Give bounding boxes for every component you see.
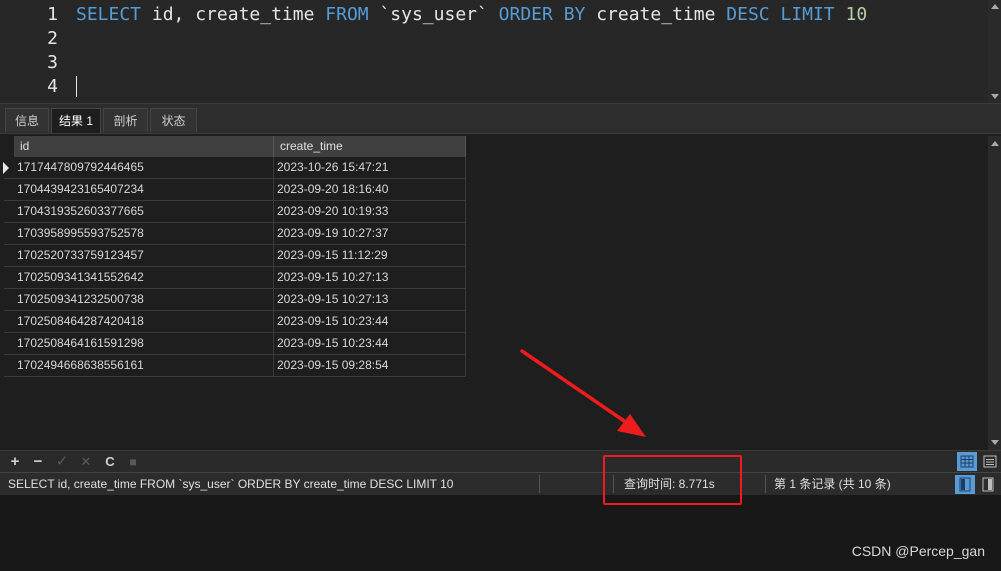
line-number: 3 <box>47 52 58 73</box>
cell-create-time[interactable]: 2023-09-19 10:27:37 <box>274 223 466 244</box>
highlight-box <box>603 455 742 505</box>
current-row-indicator-icon <box>3 162 9 174</box>
table-row[interactable]: 1717447809792446465 2023-10-26 15:47:21 <box>3 157 466 179</box>
line-gutter: 1 2 3 4 <box>0 0 68 103</box>
sql-token: FROM <box>325 4 369 25</box>
cell-id[interactable]: 1704319352603377665 <box>14 201 274 222</box>
sql-editor[interactable]: 1 2 3 4 SELECT id, create_time FROM `sys… <box>0 0 988 103</box>
grid-toolbar: + − ✓ ✕ C ■ <box>0 450 1001 473</box>
table-row[interactable]: 1702509341232500738 2023-09-15 10:27:13 <box>4 289 466 311</box>
cell-create-time[interactable]: 2023-09-15 10:23:44 <box>274 311 466 332</box>
table-row[interactable]: 1702494668638556161 2023-09-15 09:28:54 <box>4 355 466 377</box>
delete-record-icon[interactable]: − <box>29 453 47 471</box>
cell-id[interactable]: 1703958995593752578 <box>14 223 274 244</box>
status-separator <box>765 475 766 493</box>
cell-create-time[interactable]: 2023-09-15 09:28:54 <box>274 355 466 376</box>
empty-area <box>0 495 1001 571</box>
grid-scrollbar[interactable] <box>988 136 1001 450</box>
cell-create-time[interactable]: 2023-09-20 10:19:33 <box>274 201 466 222</box>
text-caret <box>76 76 77 97</box>
cell-create-time[interactable]: 2023-09-20 18:16:40 <box>274 179 466 200</box>
watermark: CSDN @Percep_gan <box>851 543 985 559</box>
tab-info[interactable]: 信息 <box>5 108 49 132</box>
line-number: 4 <box>47 76 58 97</box>
sql-token: ORDER BY <box>498 4 586 25</box>
cell-id[interactable]: 1702494668638556161 <box>14 355 274 376</box>
sql-code-line[interactable]: SELECT id, create_time FROM `sys_user` O… <box>76 4 867 25</box>
cell-id[interactable]: 1702509341341552642 <box>14 267 274 288</box>
line-number: 2 <box>47 28 58 49</box>
table-row[interactable]: 1704319352603377665 2023-09-20 10:19:33 <box>4 201 466 223</box>
tab-status[interactable]: 状态 <box>150 108 197 132</box>
cell-id[interactable]: 1702508464161591298 <box>14 333 274 354</box>
cell-create-time[interactable]: 2023-09-15 10:27:13 <box>274 267 466 288</box>
scroll-down-icon[interactable] <box>991 440 999 445</box>
cell-id[interactable]: 1702509341232500738 <box>14 289 274 310</box>
column-header-id[interactable]: id <box>14 136 274 157</box>
tab-profile[interactable]: 剖析 <box>103 108 148 132</box>
table-row[interactable]: 1704439423165407234 2023-09-20 18:16:40 <box>4 179 466 201</box>
cell-id[interactable]: 1704439423165407234 <box>14 179 274 200</box>
table-row[interactable]: 1703958995593752578 2023-09-19 10:27:37 <box>4 223 466 245</box>
editor-scrollbar[interactable] <box>988 0 1001 103</box>
table-row[interactable]: 1702508464287420418 2023-09-15 10:23:44 <box>4 311 466 333</box>
grid-view-icon[interactable] <box>957 452 977 471</box>
stop-icon[interactable]: ■ <box>124 453 142 471</box>
sql-token: DESC LIMIT <box>726 4 835 25</box>
form-view-icon[interactable] <box>980 452 1000 471</box>
split-view-icon[interactable] <box>955 475 975 494</box>
scroll-up-icon[interactable] <box>991 4 999 9</box>
sql-token: `sys_user` <box>368 4 499 25</box>
cell-create-time[interactable]: 2023-09-15 10:27:13 <box>274 289 466 310</box>
column-header-create-time[interactable]: create_time <box>274 136 466 157</box>
result-tabs: 信息 结果 1 剖析 状态 <box>0 103 1001 134</box>
cell-create-time[interactable]: 2023-10-26 15:47:21 <box>274 157 466 178</box>
table-row[interactable]: 1702509341341552642 2023-09-15 10:27:13 <box>4 267 466 289</box>
line-number: 1 <box>47 4 58 25</box>
status-sql-text: SELECT id, create_time FROM `sys_user` O… <box>8 477 454 491</box>
status-separator <box>539 475 540 493</box>
cell-id[interactable]: 1717447809792446465 <box>14 157 274 178</box>
cell-create-time[interactable]: 2023-09-15 10:23:44 <box>274 333 466 354</box>
cell-id[interactable]: 1702508464287420418 <box>14 311 274 332</box>
sql-token: create_time <box>585 4 727 25</box>
panel-toggle-icon[interactable] <box>978 475 998 494</box>
discard-changes-icon[interactable]: ✕ <box>77 453 95 471</box>
status-bar: SELECT id, create_time FROM `sys_user` O… <box>0 472 1001 496</box>
apply-changes-icon[interactable]: ✓ <box>53 453 71 471</box>
scroll-up-icon[interactable] <box>991 141 999 146</box>
tab-result-1[interactable]: 结果 1 <box>51 108 101 133</box>
cell-create-time[interactable]: 2023-09-15 11:12:29 <box>274 245 466 266</box>
cell-id[interactable]: 1702520733759123457 <box>14 245 274 266</box>
table-row[interactable]: 1702508464161591298 2023-09-15 10:23:44 <box>4 333 466 355</box>
record-count: 第 1 条记录 (共 10 条) <box>774 477 891 491</box>
table-row[interactable]: 1702520733759123457 2023-09-15 11:12:29 <box>4 245 466 267</box>
sql-token: id, create_time <box>141 4 326 25</box>
sql-token: 10 <box>845 4 868 25</box>
add-record-icon[interactable]: + <box>6 453 24 471</box>
scroll-down-icon[interactable] <box>991 94 999 99</box>
refresh-icon[interactable]: C <box>101 453 119 471</box>
sql-token: SELECT <box>76 4 142 25</box>
